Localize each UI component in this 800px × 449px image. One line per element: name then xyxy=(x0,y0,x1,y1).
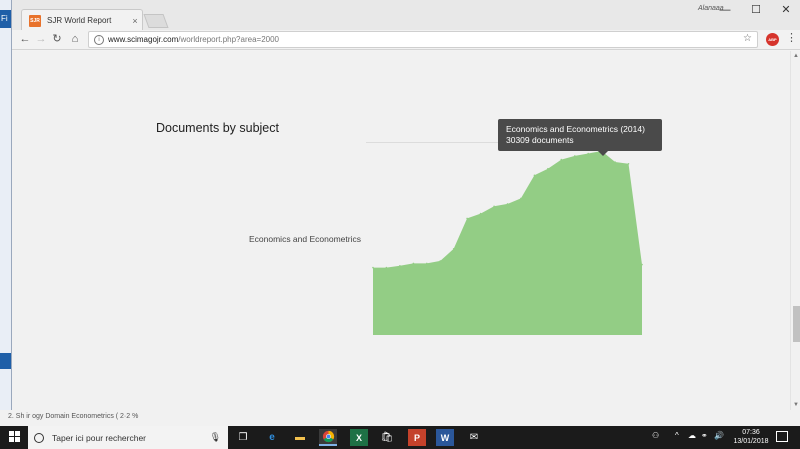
windows-taskbar: Taper ici pour rechercher 🎙 ❐ e ▬ X 🛍 P … xyxy=(0,426,800,449)
data-point[interactable] xyxy=(506,203,509,205)
page-scrollbar[interactable]: ▲ ▼ xyxy=(790,51,800,410)
network-icon[interactable]: ☁ xyxy=(688,431,696,440)
browser-window: SJR SJR World Report × Alanaaa — ☐ ✕ ← →… xyxy=(11,0,800,410)
mail-icon[interactable]: ✉ xyxy=(465,429,483,446)
new-tab-button[interactable] xyxy=(143,14,169,28)
documents-area-chart[interactable] xyxy=(12,51,790,410)
tooltip-title: Economics and Econometrics (2014) xyxy=(506,124,645,134)
task-view-icon[interactable]: ❐ xyxy=(234,429,252,446)
data-point[interactable] xyxy=(574,155,576,157)
word-icon[interactable]: W xyxy=(436,429,454,446)
data-point[interactable] xyxy=(520,197,522,200)
close-window-button[interactable]: ✕ xyxy=(771,2,800,20)
home-icon[interactable]: ⌂ xyxy=(67,31,83,47)
background-app-label: Fi xyxy=(1,14,8,23)
volume-icon[interactable]: 🔊 xyxy=(714,431,724,440)
usb-icon[interactable]: ⚭ xyxy=(701,431,708,440)
sjr-favicon-icon: SJR xyxy=(29,14,41,27)
show-hidden-icons-chevron-icon[interactable]: ^ xyxy=(675,431,679,440)
back-arrow-icon[interactable]: ← xyxy=(17,31,33,47)
chrome-icon[interactable] xyxy=(319,429,337,446)
clock-date: 13/01/2018 xyxy=(733,438,769,445)
area-series[interactable] xyxy=(373,151,642,335)
people-icon[interactable]: ⚇ xyxy=(652,431,659,440)
site-info-icon[interactable]: i xyxy=(94,34,104,45)
clock-time: 07:36 xyxy=(742,429,760,436)
background-status-text: 2. Sh ir ogy Domain Econometrics ( 2·2 % xyxy=(0,410,800,426)
taskbar-clock[interactable]: 07:36 13/01/2018 xyxy=(731,428,771,446)
store-icon[interactable]: 🛍 xyxy=(378,429,396,446)
data-point[interactable] xyxy=(372,266,374,269)
reload-icon[interactable]: ↻ xyxy=(49,31,65,47)
data-point[interactable] xyxy=(399,265,401,267)
data-point[interactable] xyxy=(426,262,428,265)
file-explorer-icon[interactable]: ▬ xyxy=(291,429,309,446)
tab-title: SJR World Report xyxy=(47,16,112,25)
browser-toolbar: ← → ↻ ⌂ i www.scimagojr.com /worldreport… xyxy=(12,30,800,50)
tab-close-icon[interactable]: × xyxy=(128,16,142,26)
microphone-icon[interactable]: 🎙 xyxy=(210,432,221,443)
url-path: /worldreport.php?area=2000 xyxy=(178,35,279,44)
action-center-icon[interactable] xyxy=(776,431,788,442)
data-point[interactable] xyxy=(452,248,455,250)
data-point[interactable] xyxy=(439,260,442,262)
browser-titlebar: SJR SJR World Report × Alanaaa — ☐ ✕ xyxy=(12,0,800,31)
url-host: www.scimagojr.com xyxy=(108,35,179,44)
data-point[interactable] xyxy=(466,217,468,220)
tab-sjr-world-report[interactable]: SJR SJR World Report × xyxy=(21,9,143,31)
data-point[interactable] xyxy=(479,212,482,215)
windows-start-icon[interactable] xyxy=(9,431,21,443)
data-point[interactable] xyxy=(641,263,643,266)
data-point[interactable] xyxy=(560,158,563,161)
scrollbar-thumb[interactable] xyxy=(793,306,800,342)
tooltip-arrow xyxy=(598,151,608,156)
page-content: Documents by subject Economics and Econo… xyxy=(12,51,790,410)
browser-menu-icon[interactable]: ⋮ xyxy=(786,31,797,44)
bookmark-star-icon[interactable]: ☆ xyxy=(743,33,752,44)
tooltip-value: 30309 documents xyxy=(506,135,574,145)
data-point[interactable] xyxy=(547,167,549,170)
data-point[interactable] xyxy=(385,266,388,269)
cortana-icon xyxy=(34,432,44,443)
data-point[interactable] xyxy=(614,161,616,163)
data-point[interactable] xyxy=(587,152,589,155)
edge-icon[interactable]: e xyxy=(263,429,281,446)
adblock-extension-icon[interactable]: ABP xyxy=(766,33,779,46)
data-point[interactable] xyxy=(533,174,536,177)
excel-icon[interactable]: X xyxy=(350,429,368,446)
maximize-button[interactable]: ☐ xyxy=(741,2,771,20)
data-point[interactable] xyxy=(493,205,495,208)
forward-arrow-icon[interactable]: → xyxy=(33,31,49,47)
chart-tooltip: Economics and Econometrics (2014) 30309 … xyxy=(498,119,662,151)
powerpoint-icon[interactable]: P xyxy=(408,429,426,446)
scroll-up-icon[interactable]: ▲ xyxy=(793,53,799,59)
data-point[interactable] xyxy=(412,262,415,265)
address-bar[interactable]: i www.scimagojr.com /worldreport.php?are… xyxy=(88,31,758,48)
taskbar-search-box[interactable]: Taper ici pour rechercher 🎙 xyxy=(28,426,228,449)
minimize-button[interactable]: — xyxy=(710,2,740,20)
search-placeholder: Taper ici pour rechercher xyxy=(52,432,147,443)
data-point[interactable] xyxy=(627,163,630,165)
scroll-down-icon[interactable]: ▼ xyxy=(793,402,799,408)
